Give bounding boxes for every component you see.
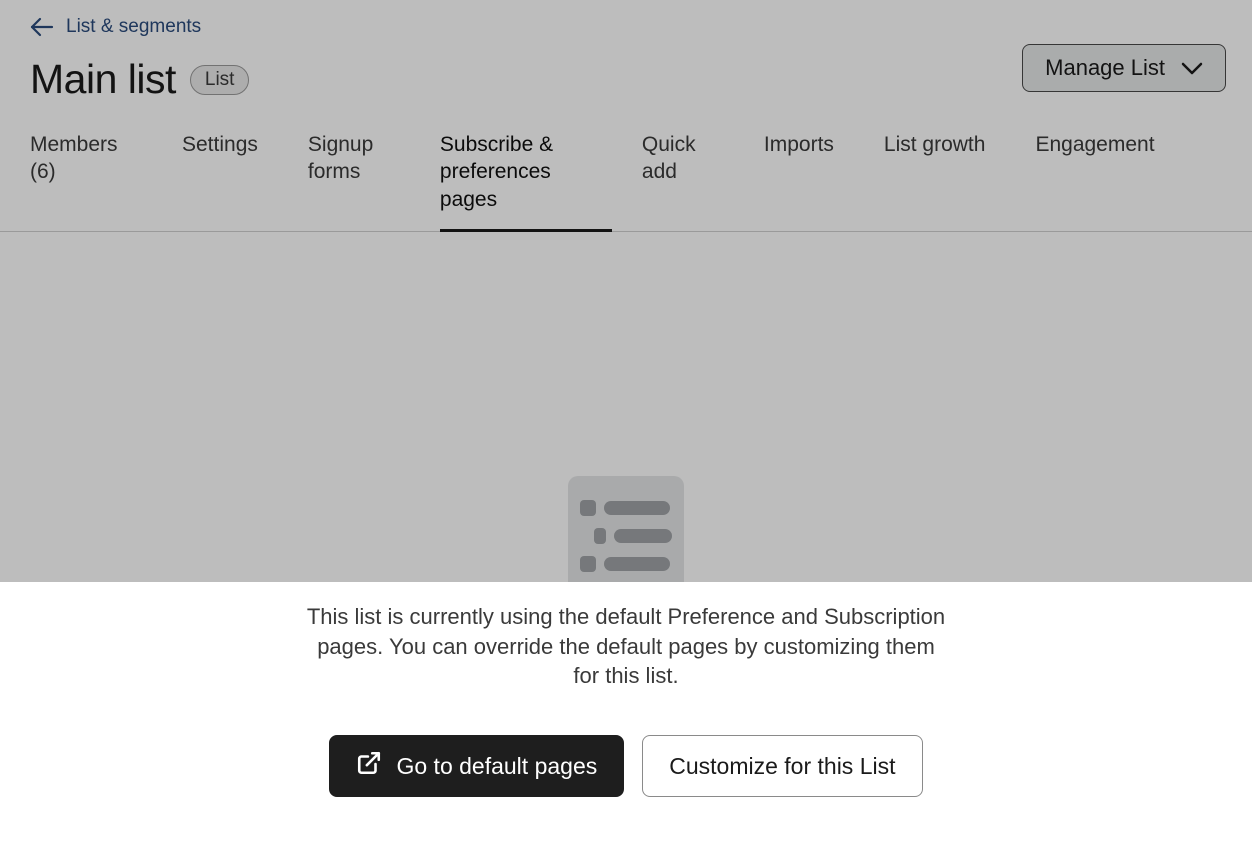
tabs-nav: Members (6) Settings Signup forms Subscr… [0, 125, 1252, 232]
tab-engagement[interactable]: Engagement [1035, 125, 1172, 231]
customize-for-list-button[interactable]: Customize for this List [642, 735, 922, 797]
go-to-default-pages-label: Go to default pages [396, 753, 597, 780]
tab-subscribe-preferences[interactable]: Subscribe & preferences pages [440, 125, 610, 231]
tab-members[interactable]: Members (6) [30, 125, 150, 231]
external-link-icon [356, 750, 382, 782]
arrow-left-icon [30, 17, 54, 37]
manage-list-button[interactable]: Manage List [1022, 44, 1226, 92]
chevron-down-icon [1181, 55, 1203, 81]
list-type-badge: List [190, 65, 250, 95]
go-to-default-pages-button[interactable]: Go to default pages [329, 735, 624, 797]
bottom-panel: This list is currently using the default… [0, 582, 1252, 837]
page-title: Main list [30, 56, 176, 103]
breadcrumb-label: List & segments [66, 16, 201, 38]
breadcrumb-back[interactable]: List & segments [30, 16, 201, 38]
customize-for-list-label: Customize for this List [669, 753, 895, 780]
tab-list-growth[interactable]: List growth [884, 125, 1004, 231]
empty-state-description: This list is currently using the default… [306, 602, 946, 691]
tab-imports[interactable]: Imports [764, 125, 852, 231]
manage-list-label: Manage List [1045, 55, 1165, 81]
empty-state-illustration [0, 476, 1252, 596]
tab-settings[interactable]: Settings [182, 125, 276, 231]
tab-signup-forms[interactable]: Signup forms [308, 125, 408, 231]
tab-quick-add[interactable]: Quick add [642, 125, 732, 231]
